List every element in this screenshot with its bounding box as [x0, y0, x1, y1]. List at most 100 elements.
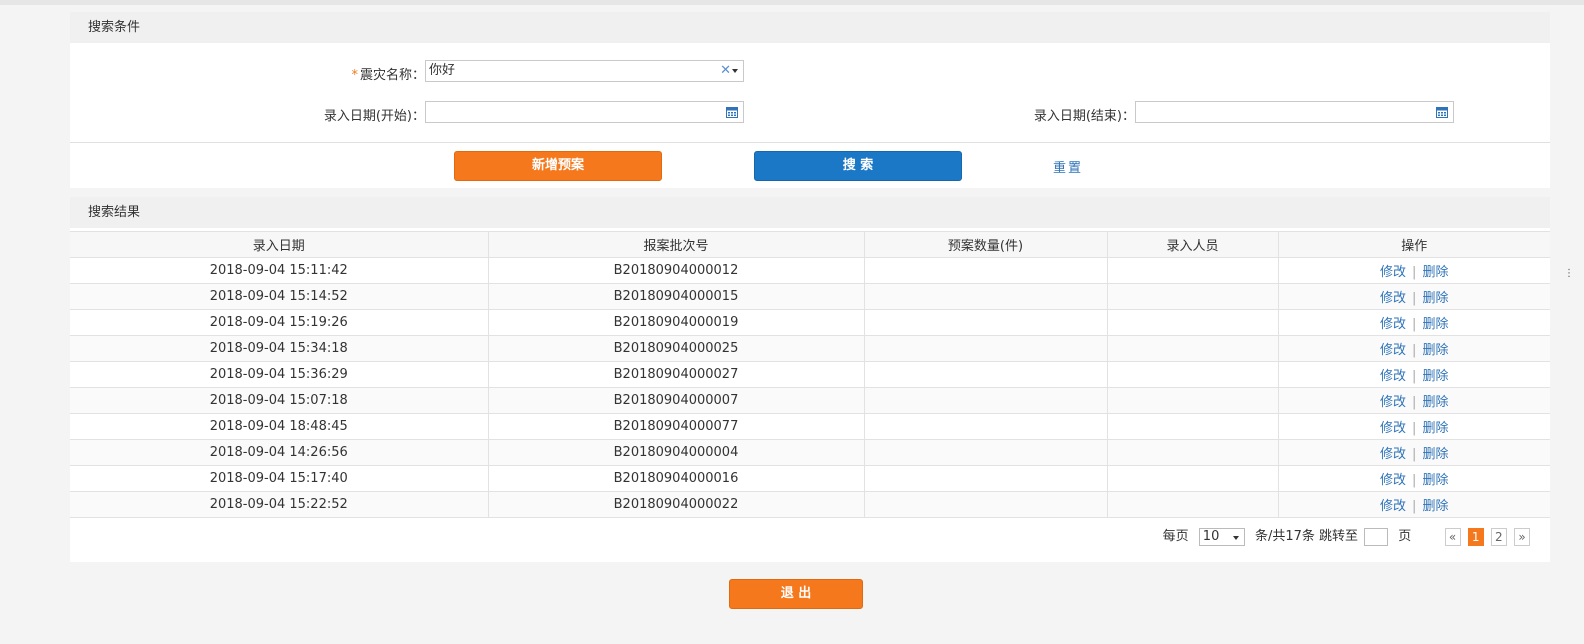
op-separator: |	[1412, 473, 1417, 488]
delete-link[interactable]: 删除	[1422, 369, 1448, 384]
delete-link[interactable]: 删除	[1422, 473, 1448, 488]
cell-batch: B20180904000004	[488, 439, 865, 466]
edit-link[interactable]: 修改	[1380, 291, 1406, 306]
op-separator: |	[1412, 395, 1417, 410]
cell-date: 2018-09-04 15:11:42	[70, 257, 489, 284]
cell-date: 2018-09-04 15:19:26	[70, 309, 489, 336]
cell-date: 2018-09-04 15:36:29	[70, 361, 489, 388]
table-row[interactable]: 2018-09-04 15:17:40 B20180904000016 修改 | 删除	[70, 465, 1550, 492]
cell-batch: B20180904000007	[488, 387, 865, 414]
prev-page-button[interactable]: «	[1444, 528, 1461, 546]
edit-link[interactable]: 修改	[1380, 369, 1406, 384]
add-plan-button[interactable]: 新增预案	[454, 151, 662, 181]
table-row[interactable]: 2018-09-04 15:11:42 B20180904000012 修改 | 删除	[70, 257, 1550, 284]
delete-link[interactable]: 删除	[1422, 499, 1448, 514]
table-row[interactable]: 2018-09-04 18:48:45 B20180904000077 修改 | 删除	[70, 413, 1550, 440]
date-end-input[interactable]	[1135, 101, 1454, 123]
page-button-1[interactable]: 1	[1467, 528, 1484, 546]
col-header-date[interactable]: 录入日期	[70, 231, 489, 258]
op-separator: |	[1412, 499, 1417, 514]
cell-batch: B20180904000015	[488, 283, 865, 310]
delete-link[interactable]: 删除	[1422, 291, 1448, 306]
search-button[interactable]: 搜 索	[754, 151, 962, 181]
cell-operation: 修改 | 删除	[1278, 335, 1550, 362]
quake-name-label: * 震灾名称：	[351, 68, 425, 83]
delete-link[interactable]: 删除	[1422, 317, 1448, 332]
cell-batch: B20180904000025	[488, 335, 865, 362]
next-page-button[interactable]: »	[1514, 528, 1530, 546]
cell-count	[864, 465, 1108, 492]
cell-count	[864, 361, 1108, 388]
delete-link[interactable]: 删除	[1422, 343, 1448, 358]
jump-page-input[interactable]	[1364, 528, 1389, 546]
date-start-input[interactable]	[425, 101, 744, 123]
cell-date: 2018-09-04 14:26:56	[70, 439, 489, 466]
cell-count	[864, 439, 1108, 466]
cell-user	[1107, 283, 1279, 310]
pagination: 每页 10 条/共17条 跳转至 页 « 1 2 »	[1163, 527, 1530, 547]
dropdown-caret-icon[interactable]	[732, 69, 738, 73]
page-button-2[interactable]: 2	[1490, 528, 1507, 546]
cell-operation: 修改 | 删除	[1278, 439, 1550, 466]
edit-link[interactable]: 修改	[1380, 265, 1406, 280]
cell-count	[864, 309, 1108, 336]
op-separator: |	[1412, 421, 1417, 436]
col-header-batch[interactable]: 报案批次号	[488, 231, 865, 258]
cell-batch: B20180904000027	[488, 361, 865, 388]
delete-link[interactable]: 删除	[1422, 447, 1448, 462]
edit-link[interactable]: 修改	[1380, 499, 1406, 514]
top-strip	[0, 0, 1584, 5]
cell-operation: 修改 | 删除	[1278, 387, 1550, 414]
table-row[interactable]: 2018-09-04 15:07:18 B20180904000007 修改 | 删除	[70, 387, 1550, 414]
per-page-select[interactable]: 10	[1198, 528, 1245, 546]
edit-link[interactable]: 修改	[1380, 317, 1406, 332]
calendar-icon[interactable]	[1436, 106, 1448, 118]
edit-link[interactable]: 修改	[1380, 421, 1406, 436]
edit-link[interactable]: 修改	[1380, 395, 1406, 410]
delete-link[interactable]: 删除	[1422, 395, 1448, 410]
cell-user	[1107, 491, 1279, 518]
reset-link[interactable]: 重置	[1053, 157, 1083, 176]
exit-button[interactable]: 退 出	[729, 579, 863, 609]
cell-batch: B20180904000019	[488, 309, 865, 336]
cell-user	[1107, 309, 1279, 336]
table-row[interactable]: 2018-09-04 15:14:52 B20180904000015 修改 | 删除	[70, 283, 1550, 310]
quake-name-select[interactable]: 你好 ✕	[425, 60, 744, 82]
page-label: 页	[1398, 529, 1412, 544]
col-header-operation: 操作	[1278, 231, 1550, 258]
cell-date: 2018-09-04 15:07:18	[70, 387, 489, 414]
edit-link[interactable]: 修改	[1380, 343, 1406, 358]
edit-link[interactable]: 修改	[1380, 447, 1406, 462]
table-row[interactable]: 2018-09-04 14:26:56 B20180904000004 修改 | 删除	[70, 439, 1550, 466]
table-row[interactable]: 2018-09-04 15:22:52 B20180904000022 修改 | 删除	[70, 491, 1550, 518]
table-row[interactable]: 2018-09-04 15:34:18 B20180904000025 修改 | 删除	[70, 335, 1550, 362]
edit-link[interactable]: 修改	[1380, 473, 1406, 488]
date-start-label: 录入日期(开始)：	[323, 109, 425, 124]
cell-batch: B20180904000016	[488, 465, 865, 492]
table-row[interactable]: 2018-09-04 15:36:29 B20180904000027 修改 | 删除	[70, 361, 1550, 388]
col-header-user[interactable]: 录入人员	[1107, 231, 1279, 258]
cell-count	[864, 257, 1108, 284]
cell-date: 2018-09-04 15:34:18	[70, 335, 489, 362]
cell-date: 2018-09-04 15:22:52	[70, 491, 489, 518]
dropdown-caret-icon	[1232, 536, 1239, 540]
cell-count	[864, 283, 1108, 310]
cell-operation: 修改 | 删除	[1278, 465, 1550, 492]
op-separator: |	[1412, 447, 1417, 462]
cell-user	[1107, 257, 1279, 284]
delete-link[interactable]: 删除	[1422, 421, 1448, 436]
cell-user	[1107, 335, 1279, 362]
table-row[interactable]: 2018-09-04 15:19:26 B20180904000019 修改 | 删除	[70, 309, 1550, 336]
clear-icon[interactable]: ✕	[720, 61, 731, 81]
scrollbar-handle[interactable]: ⋮	[1564, 268, 1574, 279]
table-body: 2018-09-04 15:11:42 B20180904000012 修改 | 删除 2…	[70, 257, 1550, 518]
cell-count	[864, 413, 1108, 440]
op-separator: |	[1412, 291, 1417, 306]
cell-batch: B20180904000077	[488, 413, 865, 440]
calendar-icon[interactable]	[726, 106, 738, 118]
cell-operation: 修改 | 删除	[1278, 491, 1550, 518]
cell-operation: 修改 | 删除	[1278, 309, 1550, 336]
required-mark: *	[351, 68, 358, 83]
col-header-count[interactable]: 预案数量(件)	[864, 231, 1108, 258]
delete-link[interactable]: 删除	[1422, 265, 1448, 280]
